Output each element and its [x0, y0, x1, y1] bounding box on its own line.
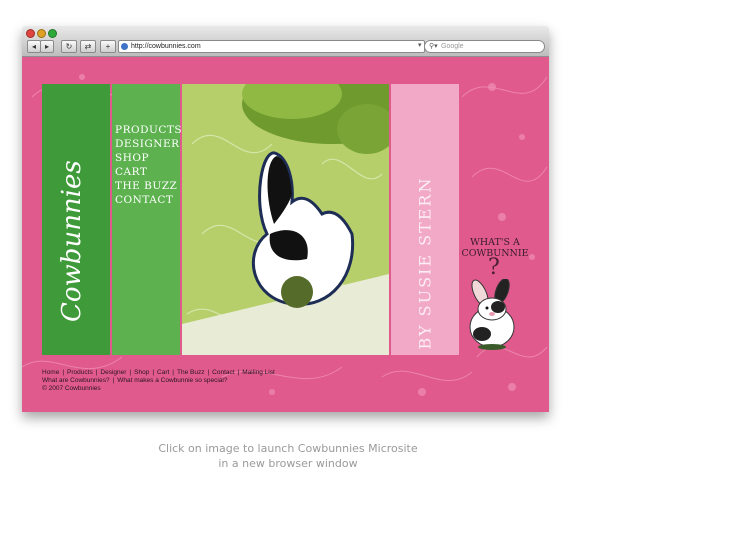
minimize-window-button[interactable]	[37, 29, 46, 38]
nav-item-contact[interactable]: Contact	[115, 193, 182, 207]
nav-item-products[interactable]: Products	[115, 123, 182, 137]
footer-link-contact[interactable]: Contact	[212, 369, 234, 376]
close-window-button[interactable]	[26, 29, 35, 38]
forward-button[interactable]: ▸	[40, 40, 54, 53]
add-bookmark-button[interactable]: +	[100, 40, 116, 53]
snapback-icon: ⇄	[84, 42, 92, 51]
launch-caption: Click on image to launch Cowbunnies Micr…	[140, 441, 436, 471]
footer-separator: |	[207, 369, 210, 376]
search-field[interactable]: ⚲▾ Google	[424, 40, 545, 53]
question-mark: ?	[488, 255, 500, 280]
footer-separator: |	[129, 369, 132, 376]
address-bar[interactable]: http://cowbunnies.com	[118, 40, 425, 53]
nav-item-designer[interactable]: Designer	[115, 137, 182, 151]
add-bookmark-icon: +	[105, 42, 111, 51]
nav-item-the-buzz[interactable]: The Buzz	[115, 179, 182, 193]
cowbunnie-character-image[interactable]	[462, 279, 522, 351]
byline: by Susie Stern	[391, 176, 459, 350]
footer-link-what-makes-special[interactable]: What makes a Cowbunnie so special?	[117, 377, 227, 384]
footer-link-shop[interactable]: Shop	[134, 369, 149, 376]
search-placeholder: Google	[441, 43, 464, 50]
browser-window: ◂ ▸ ↻ ⇄ + http://cowbunnies.com ▾ ⚲▾ Goo…	[22, 26, 549, 412]
footer-link-mailing-list[interactable]: Mailing List	[242, 369, 275, 376]
forward-arrow-icon: ▸	[44, 42, 49, 51]
footer-separator: |	[237, 369, 240, 376]
footer-nav-row1: Home | Products | Designer | Shop | Cart | The Buz…	[42, 369, 275, 377]
footer-link-products[interactable]: Products	[67, 369, 93, 376]
footer-link-what-are-cowbunnies[interactable]: What are Cowbunnies?	[42, 377, 110, 384]
address-bar-url: http://cowbunnies.com	[131, 43, 201, 50]
footer-link-cart[interactable]: Cart	[157, 369, 169, 376]
main-nav: Products Designer Shop Cart The Buzz Con…	[115, 123, 182, 207]
caption-line1: Click on image to launch Cowbunnies Micr…	[158, 442, 418, 455]
caption-line2: in a new browser window	[218, 457, 358, 470]
site-footer: Home | Products | Designer | Shop | Cart | The Buz…	[42, 369, 275, 393]
globe-icon	[121, 43, 128, 50]
footer-link-home[interactable]: Home	[42, 369, 59, 376]
nav-item-cart[interactable]: Cart	[115, 165, 182, 179]
browser-toolbar: ◂ ▸ ↻ ⇄ + http://cowbunnies.com ▾ ⚲▾ Goo…	[22, 26, 549, 57]
footer-link-the-buzz[interactable]: The Buzz	[177, 369, 204, 376]
cowbunny-pillow-image	[182, 84, 389, 355]
reload-icon: ↻	[65, 42, 73, 51]
back-button[interactable]: ◂	[27, 40, 41, 53]
address-bar-dropdown-icon[interactable]: ▾	[418, 40, 422, 51]
nav-item-shop[interactable]: Shop	[115, 151, 182, 165]
search-icon: ⚲▾	[429, 43, 438, 50]
cowbunnies-logo[interactable]: Cowbunnies	[44, 117, 108, 327]
logo-text: Cowbunnies	[57, 160, 87, 322]
snapback-button[interactable]: ⇄	[80, 40, 96, 53]
footer-link-designer[interactable]: Designer	[100, 369, 126, 376]
footer-separator: |	[172, 369, 174, 376]
footer-separator: |	[95, 369, 98, 376]
reload-button[interactable]: ↻	[61, 40, 77, 53]
footer-nav-row2: What are Cowbunnies? | What makes a Cowbun…	[42, 377, 275, 385]
byline-text: by Susie Stern	[415, 176, 435, 350]
footer-separator: |	[152, 369, 155, 376]
hero-photo[interactable]	[182, 84, 389, 355]
web-page: Cowbunnies Products Designer Shop Cart T…	[22, 57, 549, 412]
footer-separator: |	[112, 377, 115, 384]
footer-separator: |	[62, 369, 65, 376]
zoom-window-button[interactable]	[48, 29, 57, 38]
copyright: © 2007 Cowbunnies	[42, 385, 101, 392]
whats-a-line: What's a	[470, 237, 520, 248]
back-arrow-icon: ◂	[31, 42, 36, 51]
